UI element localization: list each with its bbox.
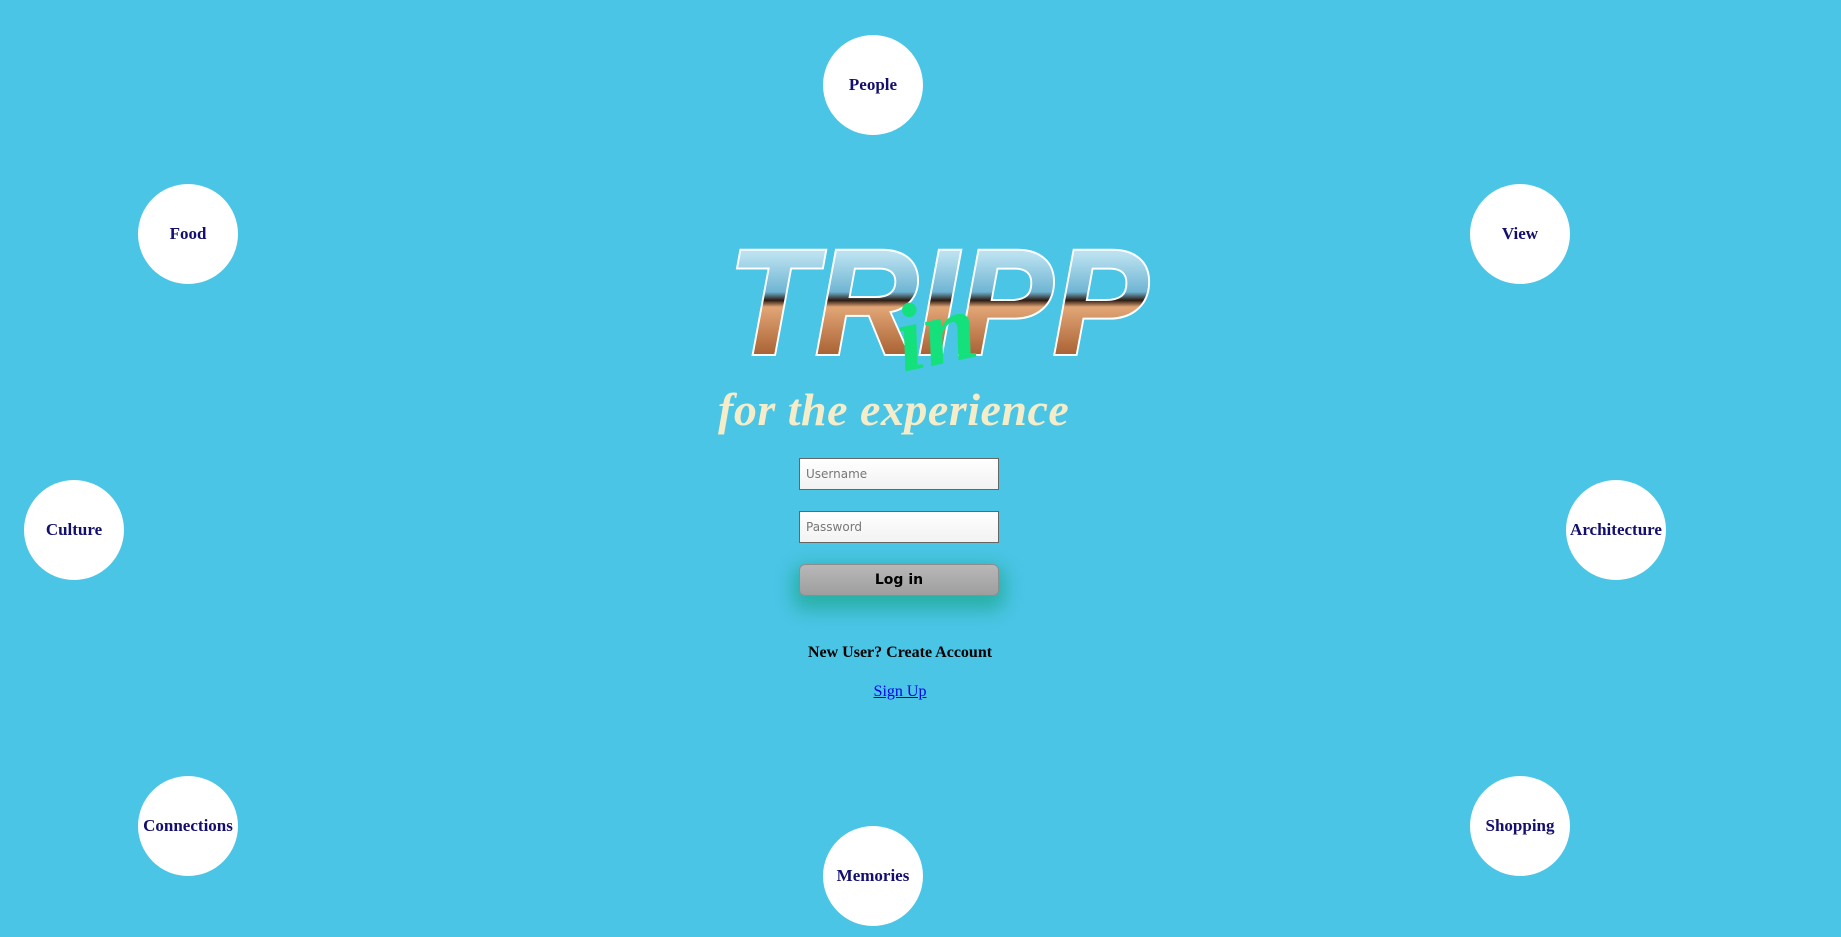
signup-row: Sign Up xyxy=(0,683,1800,701)
bubble-view[interactable]: View xyxy=(1470,184,1570,284)
bubble-culture[interactable]: Culture xyxy=(24,480,124,580)
bubble-architecture[interactable]: Architecture xyxy=(1566,480,1666,580)
tagline: for the experience xyxy=(718,384,1070,435)
username-input[interactable] xyxy=(799,458,999,490)
bubble-connections[interactable]: Connections xyxy=(138,776,238,876)
bubble-shopping[interactable]: Shopping xyxy=(1470,776,1570,876)
bubble-people[interactable]: People xyxy=(823,35,923,135)
tripp-in-logo: TRIPP in xyxy=(726,236,1151,392)
new-user-text: New User? Create Account xyxy=(807,644,993,661)
bubble-food[interactable]: Food xyxy=(138,184,238,284)
login-button[interactable]: Log in xyxy=(799,564,999,596)
bubble-memories[interactable]: Memories xyxy=(823,826,923,926)
password-input[interactable] xyxy=(799,511,999,543)
signup-link[interactable]: Sign Up xyxy=(874,683,927,700)
